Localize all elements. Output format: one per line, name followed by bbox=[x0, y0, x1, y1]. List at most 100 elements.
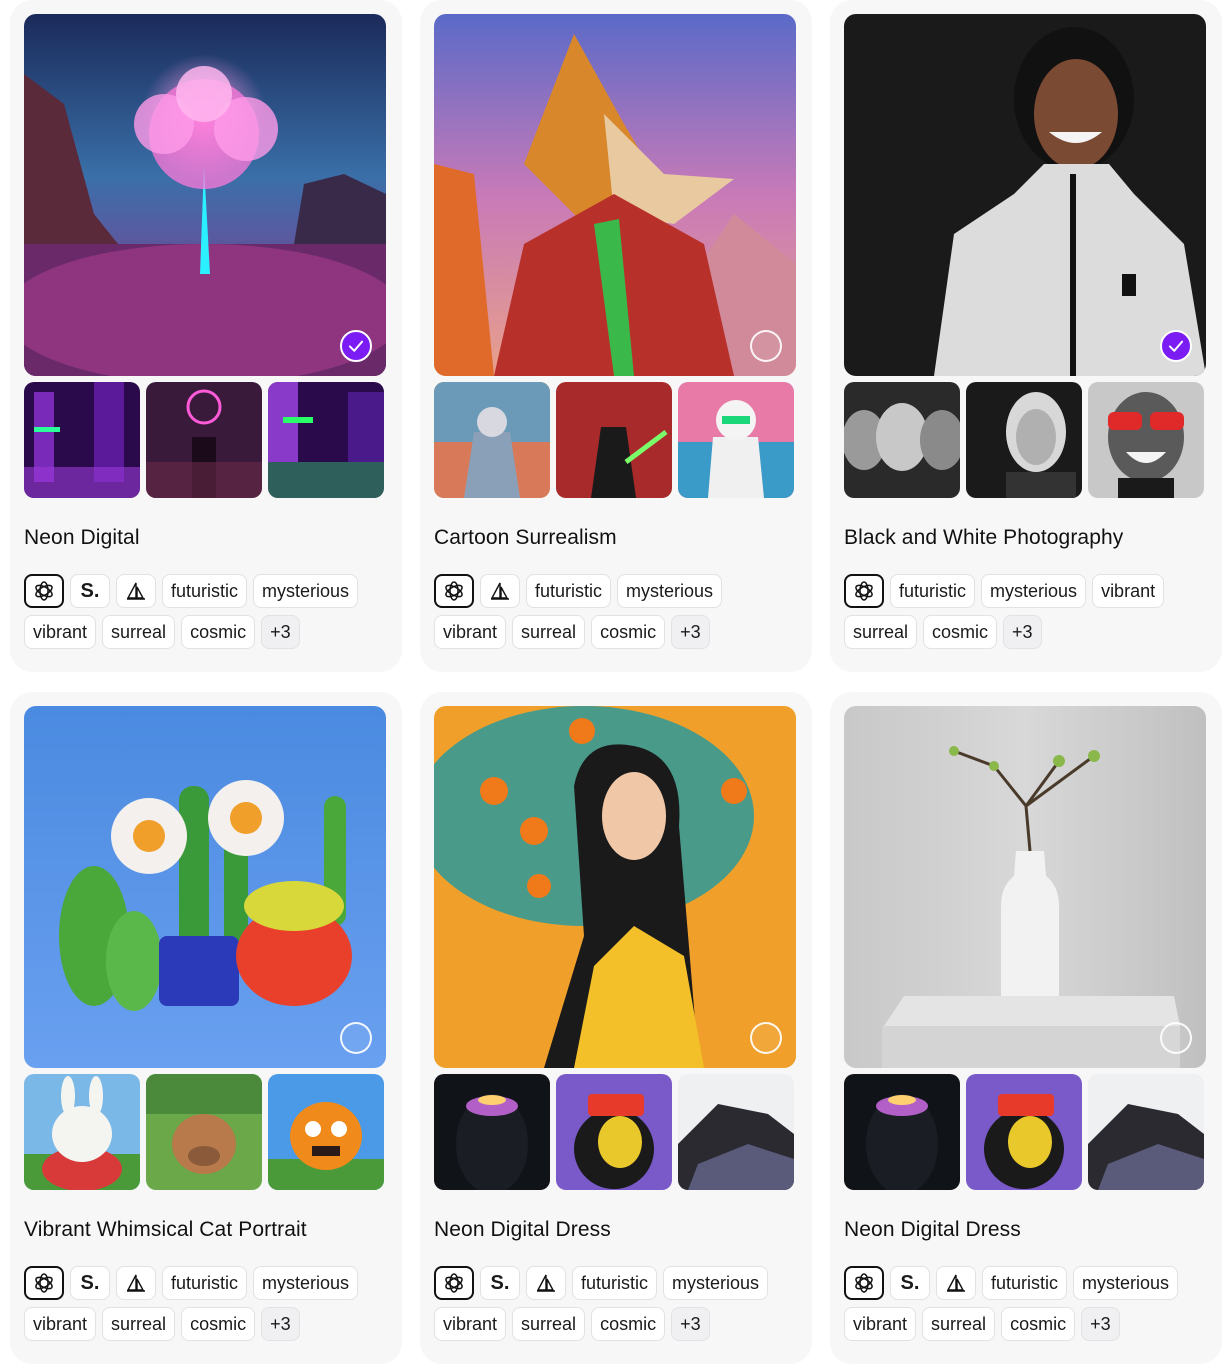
tag-chip[interactable]: surreal bbox=[512, 1307, 586, 1341]
more-tags-badge[interactable]: +3 bbox=[261, 615, 300, 649]
tag-chip[interactable]: vibrant bbox=[1092, 574, 1165, 608]
tag-list: S. futuristic mysterious vibrant surreal… bbox=[24, 574, 390, 649]
tag-chip[interactable]: surreal bbox=[922, 1307, 996, 1341]
tag-list: S. futuristic mysterious vibrant surreal… bbox=[24, 1266, 390, 1341]
example-thumbnail[interactable] bbox=[1088, 382, 1204, 498]
openai-icon[interactable] bbox=[844, 574, 884, 608]
tag-chip[interactable]: cosmic bbox=[1001, 1307, 1076, 1341]
tag-chip[interactable]: cosmic bbox=[591, 1307, 666, 1341]
example-thumbnail[interactable] bbox=[24, 1074, 140, 1190]
style-card[interactable]: Black and White Photography futuristic m… bbox=[830, 0, 1222, 672]
style-card[interactable]: Neon Digital Dress S. futuristic mysteri… bbox=[830, 692, 1222, 1364]
tag-chip[interactable]: mysterious bbox=[1073, 1266, 1179, 1300]
example-thumbnail[interactable] bbox=[678, 1074, 794, 1190]
select-circle-icon[interactable] bbox=[750, 1022, 782, 1054]
style-title: Black and White Photography bbox=[844, 526, 1124, 549]
openai-icon[interactable] bbox=[434, 1266, 474, 1300]
tag-chip[interactable]: surreal bbox=[102, 1307, 176, 1341]
tag-list: futuristic mysterious vibrant surreal co… bbox=[844, 574, 1210, 649]
example-thumbnail[interactable] bbox=[146, 1074, 262, 1190]
select-circle-icon[interactable] bbox=[1160, 1022, 1192, 1054]
example-thumbnails bbox=[844, 382, 1206, 498]
s-dot-badge[interactable]: S. bbox=[70, 574, 110, 608]
sail-icon[interactable] bbox=[480, 574, 520, 608]
example-thumbnail[interactable] bbox=[844, 1074, 960, 1190]
tag-chip[interactable]: mysterious bbox=[253, 574, 359, 608]
sail-icon[interactable] bbox=[936, 1266, 976, 1300]
tag-list: futuristic mysterious vibrant surreal co… bbox=[434, 574, 800, 649]
style-card[interactable]: Neon Digital S. futuristic mysterious vi… bbox=[10, 0, 402, 672]
style-title: Neon Digital Dress bbox=[434, 1218, 611, 1241]
select-circle-icon[interactable] bbox=[750, 330, 782, 362]
more-tags-badge[interactable]: +3 bbox=[1081, 1307, 1120, 1341]
style-card[interactable]: Neon Digital Dress S. futuristic mysteri… bbox=[420, 692, 812, 1364]
more-tags-badge[interactable]: +3 bbox=[671, 615, 710, 649]
example-thumbnail[interactable] bbox=[966, 1074, 1082, 1190]
s-dot-badge[interactable]: S. bbox=[890, 1266, 930, 1300]
example-thumbnail[interactable] bbox=[678, 382, 794, 498]
tag-list: S. futuristic mysterious vibrant surreal… bbox=[434, 1266, 800, 1341]
more-tags-badge[interactable]: +3 bbox=[671, 1307, 710, 1341]
tag-chip[interactable]: futuristic bbox=[982, 1266, 1068, 1300]
tag-chip[interactable]: surreal bbox=[102, 615, 176, 649]
tag-chip[interactable]: mysterious bbox=[663, 1266, 769, 1300]
style-preview-image[interactable] bbox=[434, 14, 796, 376]
tag-chip[interactable]: vibrant bbox=[24, 615, 97, 649]
selected-checkmark-icon[interactable] bbox=[1160, 330, 1192, 362]
tag-chip[interactable]: surreal bbox=[844, 615, 918, 649]
style-preview-image[interactable] bbox=[844, 14, 1206, 376]
example-thumbnail[interactable] bbox=[268, 382, 384, 498]
tag-chip[interactable]: futuristic bbox=[162, 1266, 248, 1300]
example-thumbnail[interactable] bbox=[24, 382, 140, 498]
tag-chip[interactable]: cosmic bbox=[181, 1307, 256, 1341]
example-thumbnail[interactable] bbox=[1088, 1074, 1204, 1190]
example-thumbnail[interactable] bbox=[268, 1074, 384, 1190]
sail-icon[interactable] bbox=[116, 1266, 156, 1300]
openai-icon[interactable] bbox=[24, 574, 64, 608]
style-card[interactable]: Vibrant Whimsical Cat Portrait S. futuri… bbox=[10, 692, 402, 1364]
select-circle-icon[interactable] bbox=[340, 1022, 372, 1054]
tag-chip[interactable]: vibrant bbox=[434, 615, 507, 649]
sail-icon[interactable] bbox=[526, 1266, 566, 1300]
tag-chip[interactable]: futuristic bbox=[572, 1266, 658, 1300]
more-tags-badge[interactable]: +3 bbox=[1003, 615, 1042, 649]
example-thumbnail[interactable] bbox=[434, 1074, 550, 1190]
style-preview-image[interactable] bbox=[24, 706, 386, 1068]
example-thumbnail[interactable] bbox=[556, 382, 672, 498]
tag-chip[interactable]: vibrant bbox=[434, 1307, 507, 1341]
openai-icon[interactable] bbox=[434, 574, 474, 608]
s-dot-badge[interactable]: S. bbox=[70, 1266, 110, 1300]
tag-chip[interactable]: cosmic bbox=[923, 615, 998, 649]
style-preview-image[interactable] bbox=[844, 706, 1206, 1068]
tag-chip[interactable]: futuristic bbox=[526, 574, 612, 608]
tag-chip[interactable]: futuristic bbox=[890, 574, 976, 608]
openai-icon[interactable] bbox=[844, 1266, 884, 1300]
tag-chip[interactable]: cosmic bbox=[591, 615, 666, 649]
example-thumbnail[interactable] bbox=[434, 382, 550, 498]
style-preview-image[interactable] bbox=[434, 706, 796, 1068]
example-thumbnails bbox=[24, 1074, 386, 1190]
more-tags-badge[interactable]: +3 bbox=[261, 1307, 300, 1341]
style-title: Cartoon Surrealism bbox=[434, 526, 617, 549]
example-thumbnail[interactable] bbox=[844, 382, 960, 498]
tag-chip[interactable]: mysterious bbox=[617, 574, 723, 608]
example-thumbnail[interactable] bbox=[966, 382, 1082, 498]
style-card[interactable]: Cartoon Surrealism futuristic mysterious… bbox=[420, 0, 812, 672]
openai-icon[interactable] bbox=[24, 1266, 64, 1300]
style-gallery-grid: Neon Digital S. futuristic mysterious vi… bbox=[0, 0, 1228, 1364]
example-thumbnails bbox=[434, 1074, 796, 1190]
style-preview-image[interactable] bbox=[24, 14, 386, 376]
tag-chip[interactable]: futuristic bbox=[162, 574, 248, 608]
tag-chip[interactable]: cosmic bbox=[181, 615, 256, 649]
sail-icon[interactable] bbox=[116, 574, 156, 608]
tag-chip[interactable]: surreal bbox=[512, 615, 586, 649]
tag-chip[interactable]: mysterious bbox=[253, 1266, 359, 1300]
selected-checkmark-icon[interactable] bbox=[340, 330, 372, 362]
tag-chip[interactable]: mysterious bbox=[981, 574, 1087, 608]
tag-list: S. futuristic mysterious vibrant surreal… bbox=[844, 1266, 1210, 1341]
s-dot-badge[interactable]: S. bbox=[480, 1266, 520, 1300]
tag-chip[interactable]: vibrant bbox=[24, 1307, 97, 1341]
example-thumbnail[interactable] bbox=[146, 382, 262, 498]
tag-chip[interactable]: vibrant bbox=[844, 1307, 917, 1341]
example-thumbnail[interactable] bbox=[556, 1074, 672, 1190]
